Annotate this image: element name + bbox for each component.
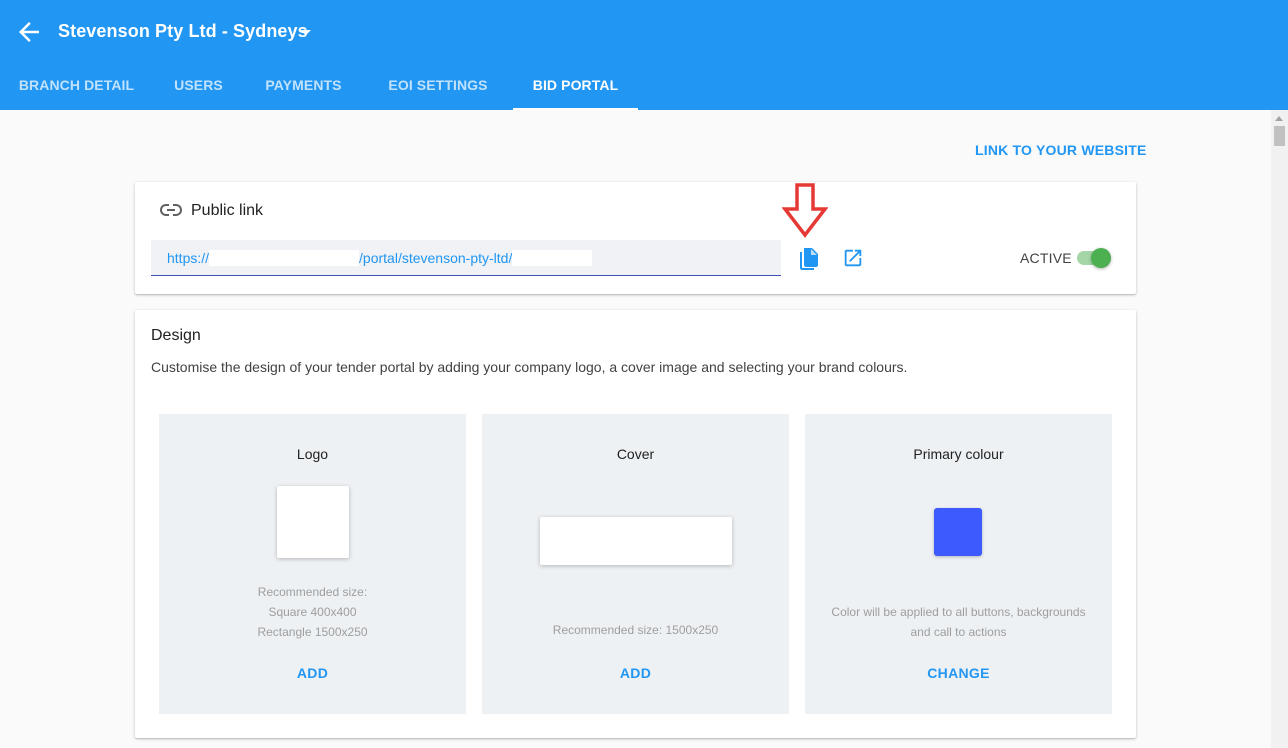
vertical-scrollbar[interactable]	[1271, 110, 1288, 748]
logo-note-1: Recommended size:	[257, 585, 368, 599]
colour-note-2: and call to actions	[910, 625, 1007, 639]
primary-colour-swatch[interactable]	[934, 508, 982, 556]
link-icon	[160, 204, 182, 216]
logo-preview[interactable]	[277, 486, 349, 558]
active-toggle[interactable]	[1077, 248, 1113, 268]
scroll-thumb[interactable]	[1274, 126, 1285, 146]
cover-panel: Cover Recommended size: 1500x250 ADD	[482, 414, 789, 714]
primary-colour-panel: Primary colour Color will be applied to …	[805, 414, 1112, 714]
tab-bid-portal[interactable]: BID PORTAL	[513, 62, 638, 110]
change-colour-button[interactable]: CHANGE	[805, 665, 1112, 681]
public-link-title: Public link	[191, 202, 264, 219]
scroll-up-icon[interactable]	[1275, 116, 1283, 121]
cover-panel-title: Cover	[616, 446, 655, 462]
logo-panel: Logo Recommended size: Square 400x400 Re…	[159, 414, 466, 714]
url-redaction	[209, 250, 360, 266]
logo-panel-title: Logo	[296, 446, 329, 462]
primary-colour-title: Primary colour	[913, 446, 1004, 462]
public-link-card: Public link https:// /portal/stevenson-p…	[135, 182, 1136, 294]
logo-note-2: Square 400x400	[268, 605, 357, 619]
tab-users[interactable]: USERS	[153, 62, 244, 110]
app-bar: Stevenson Pty Ltd - Sydneys BRANCH DETAI…	[0, 0, 1288, 110]
design-description: Customise the design of your tender port…	[151, 359, 908, 375]
page-title: Stevenson Pty Ltd - Sydneys	[58, 21, 308, 41]
add-logo-button[interactable]: ADD	[159, 665, 466, 681]
design-card: Design Customise the design of your tend…	[135, 310, 1136, 738]
down-arrow-annotation-icon	[782, 183, 828, 238]
logo-note-3: Rectangle 1500x250	[257, 625, 368, 639]
arrow-left-icon[interactable]	[14, 17, 44, 47]
cover-note: Recommended size: 1500x250	[552, 623, 719, 637]
link-to-website-button[interactable]: LINK TO YOUR WEBSITE	[975, 142, 1147, 158]
public-url-field[interactable]: https:// /portal/stevenson-pty-ltd/	[151, 240, 781, 276]
caret-down-icon[interactable]	[296, 24, 316, 40]
toggle-thumb	[1091, 248, 1111, 268]
colour-note-1: Color will be applied to all buttons, ba…	[831, 605, 1086, 619]
copy-icon[interactable]	[798, 248, 820, 270]
add-cover-button[interactable]: ADD	[482, 665, 789, 681]
tab-bar: BRANCH DETAIL USERS PAYMENTS EOI SETTING…	[0, 62, 638, 110]
design-title: Design	[151, 327, 201, 344]
open-in-new-icon[interactable]	[842, 247, 864, 269]
url-prefix: https://	[167, 250, 210, 266]
cover-preview[interactable]	[540, 517, 732, 565]
active-status-label: ACTIVE	[1020, 250, 1072, 266]
public-url-text: https:// /portal/stevenson-pty-ltd/	[167, 250, 593, 266]
url-redaction-end	[512, 250, 593, 266]
tab-branch-detail[interactable]: BRANCH DETAIL	[0, 62, 153, 110]
tab-eoi-settings[interactable]: EOI SETTINGS	[363, 62, 513, 110]
tab-payments[interactable]: PAYMENTS	[244, 62, 363, 110]
url-middle: /portal/stevenson-pty-ltd/	[359, 250, 513, 266]
